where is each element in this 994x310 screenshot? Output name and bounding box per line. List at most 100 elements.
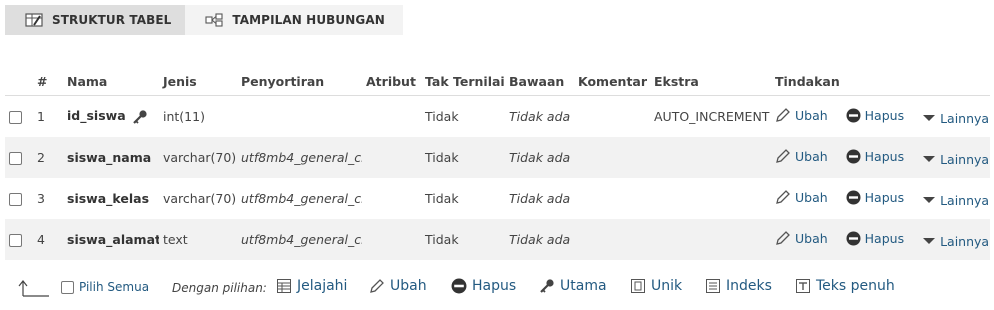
header-name[interactable]: Nama (63, 67, 159, 96)
check-all[interactable]: Pilih Semua (61, 280, 149, 294)
column-type: varchar(70) (159, 137, 237, 178)
column-collation: utf8mb4_general_ci (237, 137, 362, 178)
header-collation: Penyortiran (237, 67, 362, 96)
fulltext-button[interactable]: Teks penuh (795, 278, 895, 294)
row-checkbox[interactable] (9, 193, 22, 206)
table-row[interactable]: 3 siswa_kelas varchar(70) utf8mb4_genera… (5, 178, 990, 219)
minus-circle-icon (451, 278, 467, 294)
column-attributes (362, 219, 421, 260)
structure-table: # Nama Jenis Penyortiran Atribut Tak Ter… (5, 67, 990, 260)
column-collation (237, 96, 362, 138)
pencil-icon (776, 149, 790, 163)
header-type: Jenis (159, 67, 237, 96)
column-attributes (362, 96, 421, 138)
column-name: siswa_nama (67, 150, 152, 165)
minus-circle-icon (846, 231, 861, 246)
tab-relation-view[interactable]: TAMPILAN HUBUNGAN (185, 5, 403, 35)
column-default: Tidak ada (509, 191, 571, 206)
header-num: # (33, 67, 63, 96)
more-dropdown[interactable]: Lainnya (922, 193, 989, 208)
column-comments (574, 137, 650, 178)
drop-label: Hapus (864, 190, 905, 205)
browse-button[interactable]: Jelajahi (276, 278, 347, 294)
table-header-row: # Nama Jenis Penyortiran Atribut Tak Ter… (5, 67, 990, 96)
row-num: 2 (33, 137, 63, 178)
more-dropdown[interactable]: Lainnya (922, 111, 989, 126)
browse-label: Jelajahi (297, 278, 348, 294)
pencil-icon (370, 279, 384, 293)
table-row[interactable]: 4 siswa_alamat text utf8mb4_general_ci T… (5, 219, 990, 260)
unique-button[interactable]: Unik (630, 278, 682, 294)
check-all-checkbox[interactable] (61, 280, 74, 294)
primary-button[interactable]: Utama (539, 278, 607, 294)
drop-button[interactable]: Hapus (846, 231, 904, 246)
column-type: int(11) (163, 109, 205, 124)
row-checkbox[interactable] (9, 234, 22, 247)
header-null: Tak Ternilai (421, 67, 505, 96)
column-null: Tidak (421, 137, 505, 178)
drop-label: Hapus (864, 231, 905, 246)
browse-icon (277, 279, 291, 293)
more-dropdown[interactable]: Lainnya (922, 152, 989, 167)
column-name: siswa_alamat (67, 232, 159, 247)
relation-view-icon (205, 13, 223, 27)
arrow-left-up-icon (18, 280, 49, 297)
column-default: Tidak ada (509, 109, 571, 124)
tab-table-structure[interactable]: STRUKTUR TABEL (5, 5, 186, 35)
primary-label: Utama (560, 278, 607, 294)
unique-icon (631, 279, 645, 293)
column-type: varchar(70) (163, 191, 237, 206)
table-row[interactable]: 2 siswa_nama varchar(70) utf8mb4_general… (5, 137, 990, 178)
pencil-icon (776, 231, 790, 245)
bulk-change-label: Ubah (390, 278, 427, 294)
header-extra: Ekstra (650, 67, 771, 96)
column-comments (574, 178, 650, 219)
check-all-label: Pilih Semua (79, 280, 150, 294)
bulk-actions-bar: Pilih Semua Dengan pilihan: Jelajahi Uba… (0, 274, 994, 304)
column-collation: utf8mb4_general_ci (241, 191, 362, 206)
fulltext-icon (796, 279, 810, 293)
drop-label: Hapus (864, 108, 905, 123)
table-row[interactable]: 1 id_siswa int(11) Tidak Tidak ada AUTO_… (5, 96, 990, 138)
change-button[interactable]: Ubah (775, 107, 828, 123)
bulk-change-button[interactable]: Ubah (369, 278, 427, 294)
drop-button[interactable]: Hapus (846, 108, 904, 123)
row-checkbox[interactable] (9, 152, 22, 165)
minus-circle-icon (846, 108, 861, 123)
header-attributes: Atribut (362, 67, 421, 96)
column-collation: utf8mb4_general_ci (237, 219, 362, 260)
bulk-drop-label: Hapus (472, 278, 517, 294)
index-label: Indeks (726, 278, 772, 294)
tab-relation-view-label: TAMPILAN HUBUNGAN (232, 13, 385, 27)
header-comments: Komentar (574, 67, 650, 96)
caret-down-icon (923, 238, 936, 244)
more-label: Lainnya (940, 192, 990, 208)
caret-down-icon (923, 197, 936, 203)
index-icon (706, 279, 720, 293)
column-name: id_siswa (67, 108, 126, 124)
caret-down-icon (923, 156, 936, 162)
more-dropdown[interactable]: Lainnya (922, 234, 989, 249)
change-button[interactable]: Ubah (775, 189, 828, 205)
change-button[interactable]: Ubah (775, 230, 828, 246)
column-name: siswa_kelas (67, 191, 150, 206)
row-num: 1 (37, 109, 45, 124)
column-extra (650, 178, 771, 219)
change-button[interactable]: Ubah (775, 148, 828, 164)
bulk-drop-button[interactable]: Hapus (451, 278, 516, 294)
row-num: 4 (33, 219, 63, 260)
header-action: Tindakan (771, 67, 990, 96)
drop-button[interactable]: Hapus (846, 149, 904, 164)
more-label: Lainnya (940, 233, 990, 249)
index-button[interactable]: Indeks (705, 278, 772, 294)
drop-button[interactable]: Hapus (846, 190, 904, 205)
more-label: Lainnya (940, 151, 990, 167)
column-attributes (362, 137, 421, 178)
pencil-icon (776, 190, 790, 204)
column-null: Tidak (425, 109, 459, 124)
primary-key-icon (132, 110, 147, 124)
column-extra (650, 137, 771, 178)
header-checkbox (5, 67, 33, 96)
row-checkbox[interactable] (9, 111, 22, 124)
table-structure-icon (25, 13, 43, 27)
